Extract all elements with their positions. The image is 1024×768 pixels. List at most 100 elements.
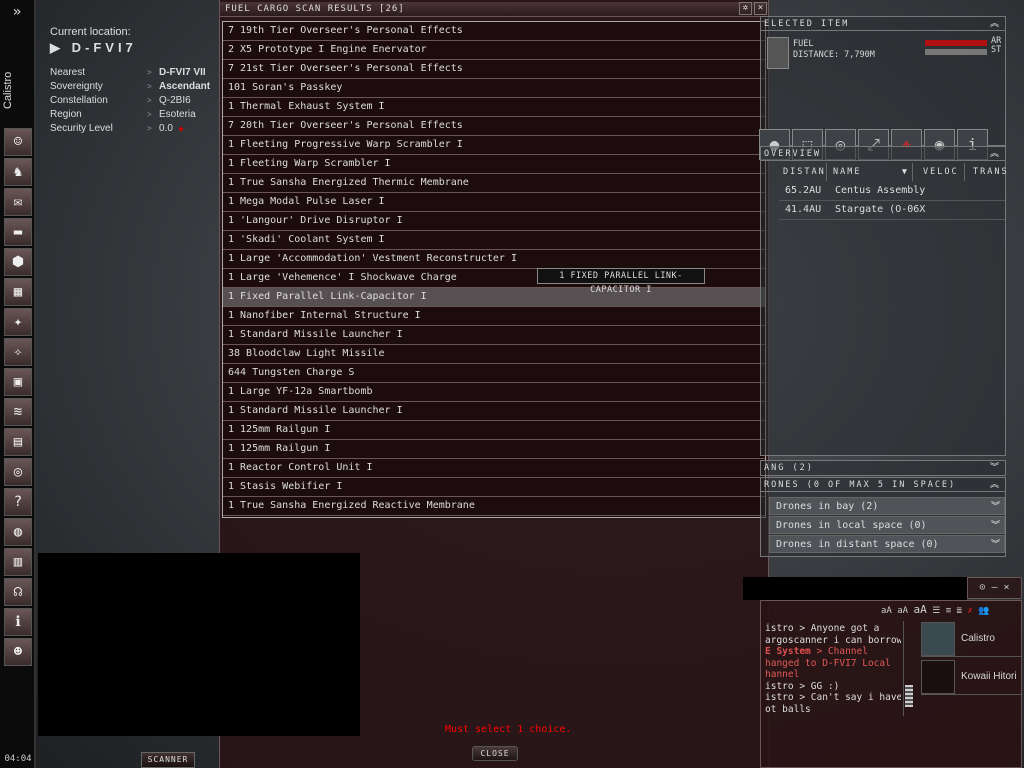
people-places-icon[interactable]: ?	[4, 488, 32, 516]
list-item[interactable]: 1 125mm Railgun I	[223, 440, 765, 459]
list-item[interactable]: 1 Fleeting Progressive Warp Scrambler I	[223, 136, 765, 155]
list-item[interactable]: 1 Nanofiber Internal Structure I	[223, 307, 765, 326]
journal-icon[interactable]: ▥	[4, 548, 32, 576]
overview-panel: OVERVIEW ︽ DISTAN NAME ▼ VELOC TRANS 65.2A…	[760, 146, 1007, 456]
list-item[interactable]: 1 Standard Missile Launcher I	[223, 402, 765, 421]
list-item[interactable]: 644 Tungsten Charge S	[223, 364, 765, 383]
location-value[interactable]: Q-2BI6	[159, 94, 210, 108]
member-name: Kowaii Hitori	[961, 671, 1017, 682]
character-name[interactable]: Calistro	[2, 60, 32, 120]
list-item[interactable]: 1 True Sansha Energized Thermic Membrane	[223, 174, 765, 193]
close-window-icon[interactable]: ×	[754, 2, 767, 15]
column-velocity[interactable]: VELOC	[917, 163, 965, 181]
font-small-icon[interactable]: aA	[881, 606, 892, 616]
current-location-label: Current location:	[50, 26, 131, 38]
expand-sidebar-icon[interactable]: »	[0, 4, 34, 20]
expand-icon[interactable]: ︾	[990, 461, 1001, 475]
location-value[interactable]: Esoteria	[159, 108, 210, 122]
collapse-icon[interactable]: ︽	[990, 478, 1001, 492]
wallet-icon[interactable]: ▣	[4, 368, 32, 396]
mail-icon[interactable]: ✉	[4, 188, 32, 216]
column-distance[interactable]: DISTAN	[779, 163, 827, 181]
list-item[interactable]: 1 Mega Modal Pulse Laser I	[223, 193, 765, 212]
list-item[interactable]: 1 True Sansha Energized Reactive Membran…	[223, 497, 765, 516]
list-item[interactable]: 7 20th Tier Overseer's Personal Effects	[223, 117, 765, 136]
help-lifebuoy-icon[interactable]: ◎	[4, 458, 32, 486]
compact-view-icon[interactable]: ≣	[957, 606, 962, 616]
column-name[interactable]: NAME ▼	[829, 163, 913, 181]
drone-group[interactable]: Drones in bay (2) ︾	[769, 497, 1005, 515]
system-name[interactable]: D-FVI7	[72, 40, 137, 55]
collapse-icon[interactable]: ︽	[990, 17, 1001, 31]
selected-item-panel: ELECTED ITEM ︽ FUEL DISTANCE: 7,790M AR S…	[759, 16, 1006, 160]
drone-group[interactable]: Drones in local space (0) ︾	[769, 516, 1005, 534]
assets-icon[interactable]: ✧	[4, 338, 32, 366]
location-value[interactable]: D-FVI7 VII	[159, 66, 210, 80]
drone-group[interactable]: Drones in distant space (0) ︾	[769, 535, 1005, 553]
expand-icon[interactable]: ︾	[991, 499, 1000, 516]
list-item[interactable]: 7 19th Tier Overseer's Personal Effects	[223, 22, 765, 41]
chat-scrollbar[interactable]	[903, 621, 913, 716]
row-divider	[779, 219, 1005, 220]
list-item[interactable]: 1 Fleeting Warp Scrambler I	[223, 155, 765, 174]
chat-member[interactable]: Kowaii Hitori	[921, 659, 1021, 695]
list-item[interactable]: 101 Soran's Passkey	[223, 79, 765, 98]
chat-message: ot balls	[765, 703, 811, 715]
font-medium-icon[interactable]: aA	[897, 606, 908, 616]
chat-member[interactable]: Calistro	[921, 621, 1021, 657]
column-transversal[interactable]: TRANS	[969, 163, 1007, 181]
list-item[interactable]: 1 Large YF-12a Smartbomb	[223, 383, 765, 402]
scanner-icon[interactable]: ≋	[4, 398, 32, 426]
font-large-icon[interactable]: aA	[914, 603, 927, 616]
minimize-icon[interactable]: –	[991, 582, 997, 593]
market-icon[interactable]: ◍	[4, 518, 32, 546]
overview-name[interactable]: Centus Assembly	[835, 181, 925, 200]
character-sheet-icon[interactable]: ☺	[4, 128, 32, 156]
chat-message: istro > GG :)	[765, 680, 840, 692]
location-value[interactable]: Ascendant	[159, 80, 210, 94]
chat-headset-icon[interactable]: ☊	[4, 578, 32, 606]
window-title[interactable]: FUEL CARGO SCAN RESULTS [26]	[220, 2, 768, 17]
list-item[interactable]: 38 Bloodclaw Light Missile	[223, 345, 765, 364]
expand-icon[interactable]: ︾	[991, 537, 1000, 554]
security-indicator-icon	[178, 126, 183, 131]
window-options-icon[interactable]: ✲	[739, 2, 752, 15]
list-item[interactable]: 1 'Langour' Drive Disruptor I	[223, 212, 765, 231]
list-item[interactable]: 1 Reactor Control Unit I	[223, 459, 765, 478]
overview-name[interactable]: Stargate (O-06X	[835, 200, 925, 219]
location-value[interactable]: 0.0	[159, 122, 210, 136]
list-item[interactable]: 2 X5 Prototype I Engine Enervator	[223, 41, 765, 60]
list-item[interactable]: 1 Large 'Accommodation' Vestment Reconst…	[223, 250, 765, 269]
notepad-icon[interactable]: ▬	[4, 218, 32, 246]
list-item[interactable]: 1 Standard Missile Launcher I	[223, 326, 765, 345]
ship-fitting-icon[interactable]: ☻	[4, 638, 32, 666]
map-icon[interactable]: ▦	[4, 278, 32, 306]
kick-icon[interactable]: ✗	[967, 606, 972, 616]
list-item[interactable]: 7 21st Tier Overseer's Personal Effects	[223, 60, 765, 79]
list-item[interactable]: 1 125mm Railgun I	[223, 421, 765, 440]
people-icon[interactable]: ♞	[4, 158, 32, 186]
structure-label: ST	[991, 45, 1002, 55]
list-item[interactable]: 1 Stasis Webifier I	[223, 478, 765, 497]
close-button[interactable]: CLOSE	[472, 746, 518, 761]
collapse-icon[interactable]: ︽	[990, 147, 1001, 161]
members-icon[interactable]: 👥	[978, 606, 989, 616]
options-icon[interactable]: ⊙	[979, 582, 985, 593]
calculator-icon[interactable]: ▤	[4, 428, 32, 456]
corporation-icon[interactable]: ⬢	[4, 248, 32, 276]
chat-message: istro > Anyone got a	[765, 623, 880, 634]
overview-distance[interactable]: 41.4AU	[785, 200, 821, 219]
detail-view-icon[interactable]: ≡	[946, 606, 951, 616]
list-item[interactable]: 1 Thermal Exhaust System I	[223, 98, 765, 117]
list-view-icon[interactable]: ☰	[932, 606, 940, 616]
list-item[interactable]: 1 Fixed Parallel Link-Capacitor I	[223, 288, 765, 307]
overview-distance[interactable]: 65.2AU	[785, 181, 821, 200]
expand-icon[interactable]: ︾	[991, 518, 1000, 535]
starmap-icon[interactable]: ✦	[4, 308, 32, 336]
list-item[interactable]: 1 'Skadi' Coolant System I	[223, 231, 765, 250]
close-icon[interactable]: ×	[1004, 582, 1010, 593]
link-arrow-icon: >	[147, 81, 152, 91]
redacted-area	[38, 553, 360, 736]
scanner-button[interactable]: SCANNER	[141, 752, 195, 768]
help-info-icon[interactable]: ℹ	[4, 608, 32, 636]
